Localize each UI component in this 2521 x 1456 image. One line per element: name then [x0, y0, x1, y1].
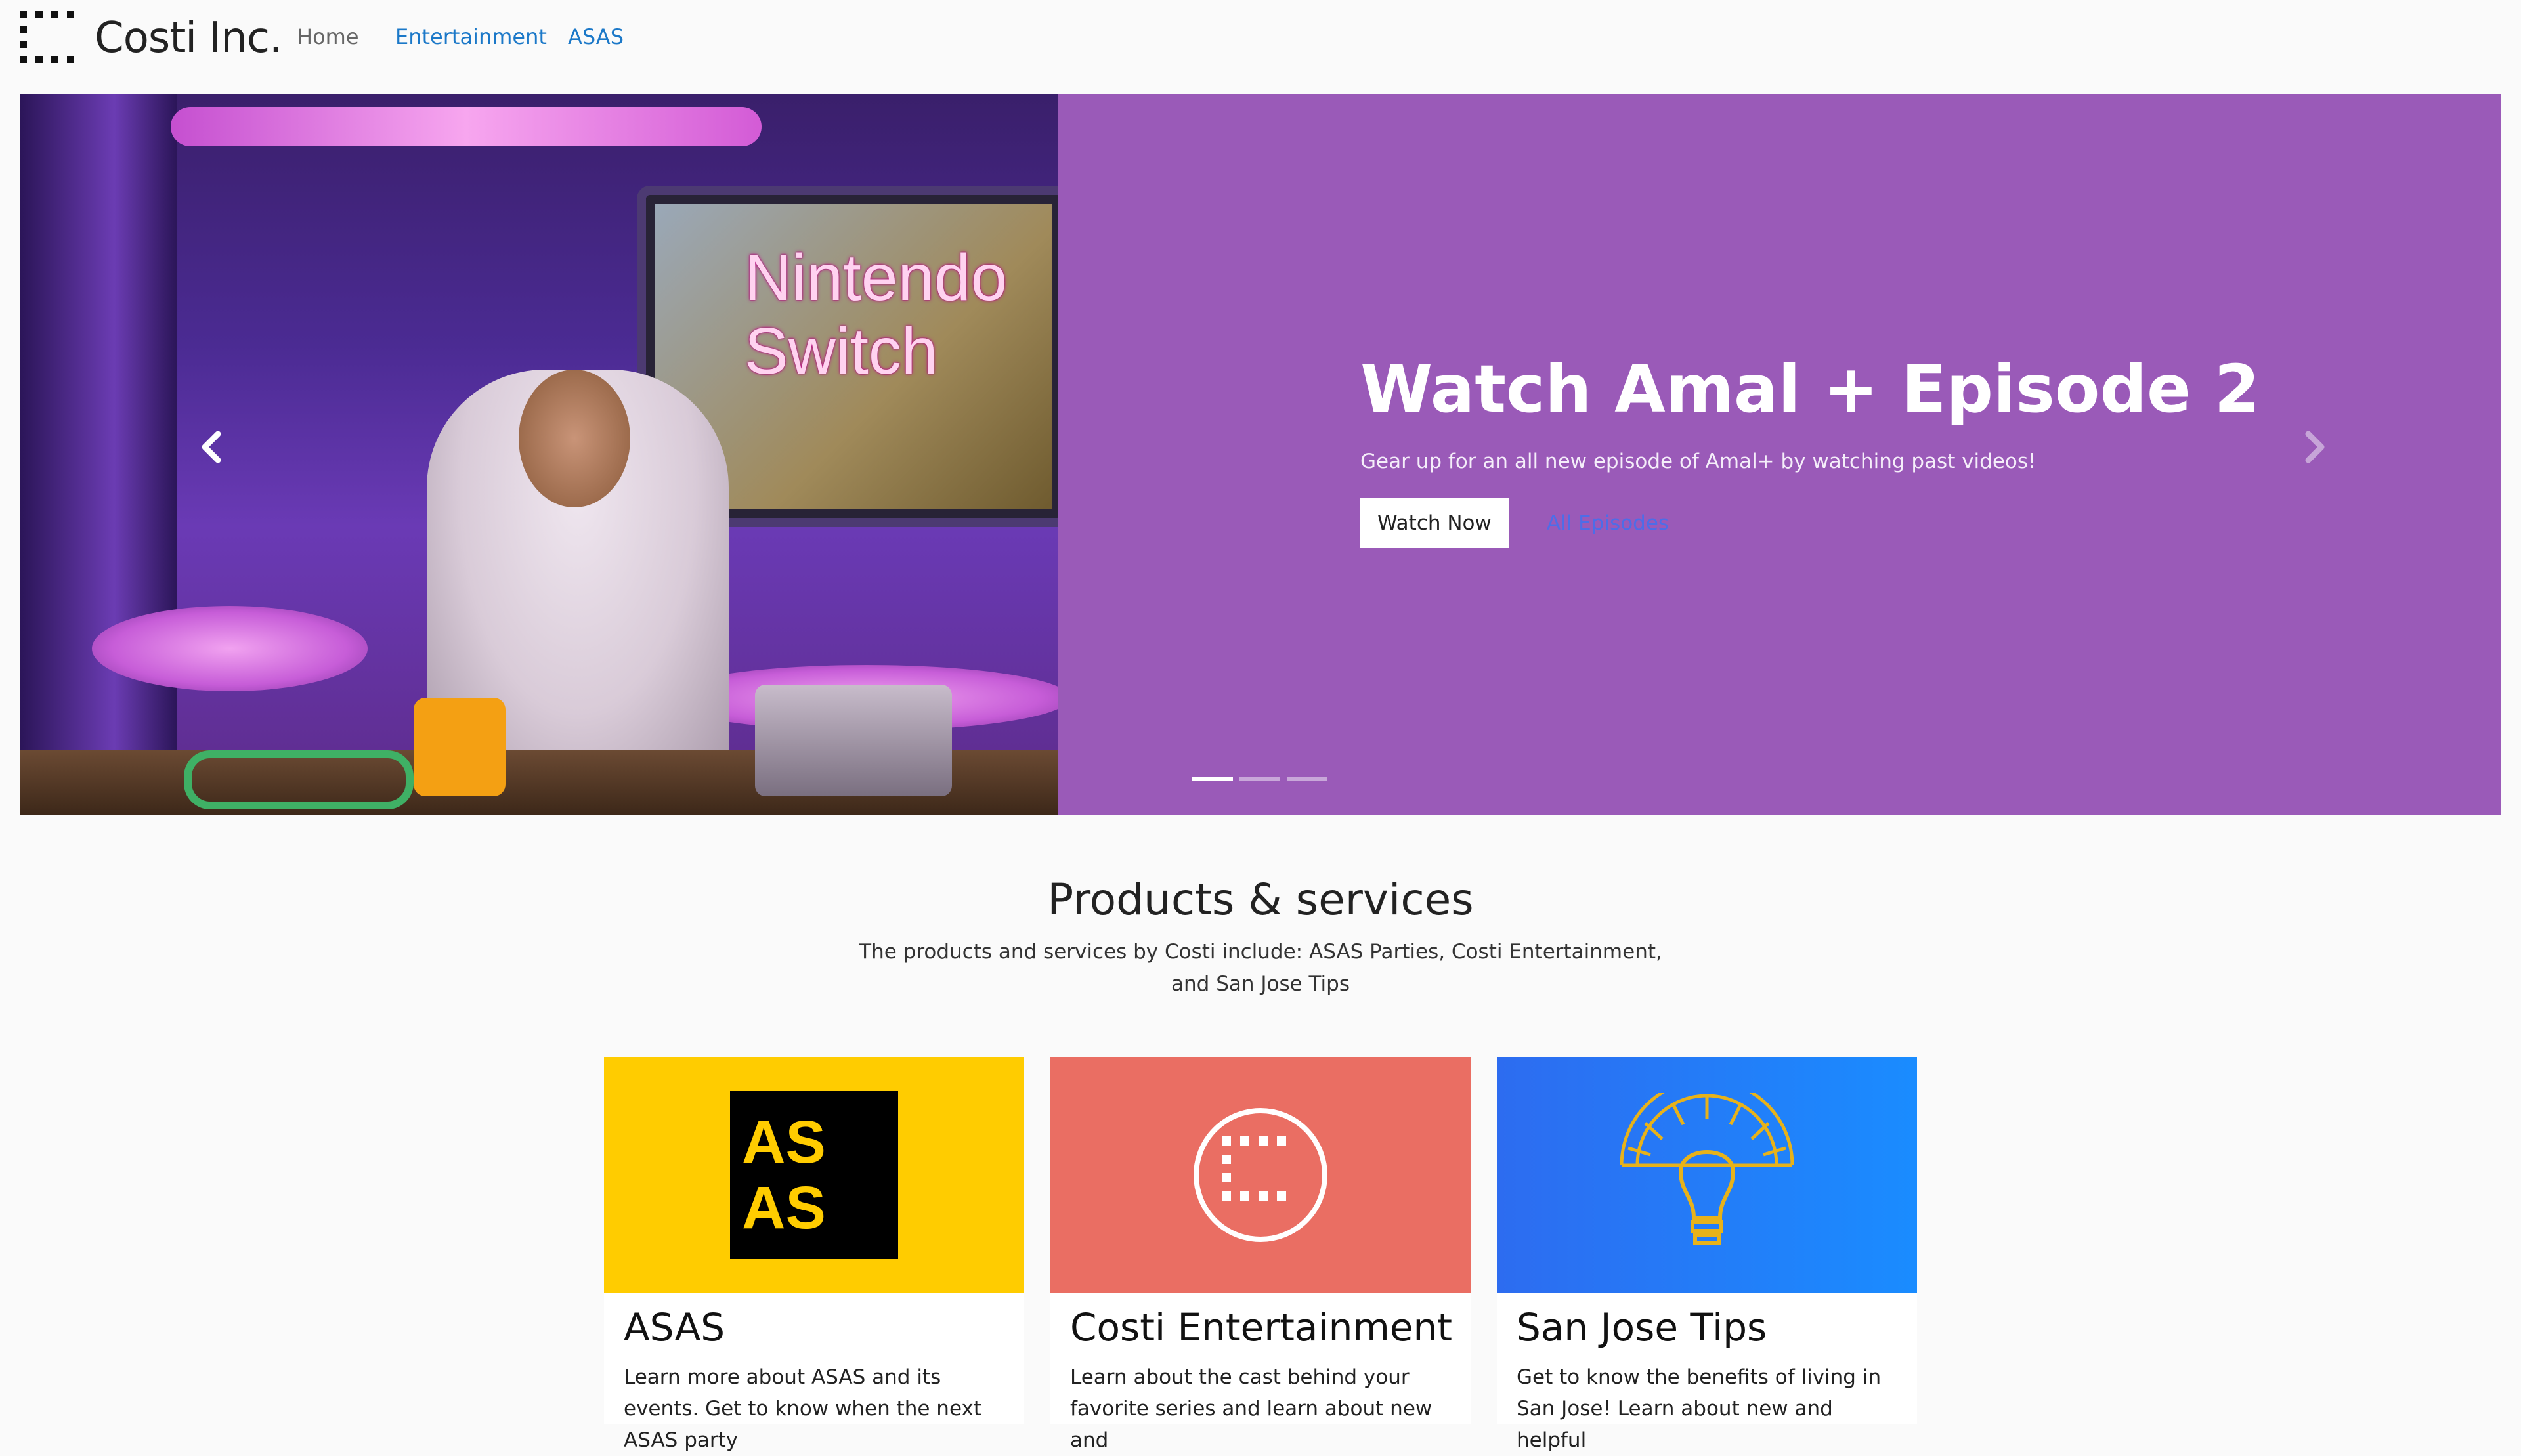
carousel-indicators [1192, 777, 1327, 781]
carousel-next-button[interactable] [2295, 427, 2335, 482]
nav-link-entertainment[interactable]: Entertainment [395, 22, 547, 51]
watch-now-button[interactable]: Watch Now [1360, 498, 1509, 548]
card-costi-entertainment-text: Learn about the cast behind your favorit… [1070, 1365, 1433, 1452]
products-description: The products and services by Costi inclu… [859, 940, 1662, 996]
hero-content: Watch Amal + Episode 2 Gear up for an al… [1360, 350, 2279, 548]
card-costi-entertainment-image [1050, 1057, 1471, 1293]
carousel-indicator-2[interactable] [1239, 777, 1280, 781]
carousel-indicator-3[interactable] [1287, 777, 1327, 781]
card-costi-entertainment-title: Costi Entertainment [1070, 1305, 1453, 1350]
carousel-indicator-1[interactable] [1192, 777, 1233, 781]
card-asas-text: Learn more about ASAS and its events. Ge… [624, 1365, 981, 1452]
chevron-left-icon [202, 431, 221, 463]
top-navigation: Costi Inc. Home Entertainment ASAS [0, 0, 2521, 94]
carousel-prev-button[interactable] [192, 427, 231, 482]
card-san-jose-tips-title: San Jose Tips [1517, 1305, 1767, 1350]
lightbulb-sun-icon [1620, 1093, 1794, 1245]
brand-name[interactable]: Costi Inc. [95, 12, 282, 64]
hero-carousel: Nintendo Switch Watch Amal + Episode 2 G… [20, 94, 2501, 815]
nav-link-home[interactable]: Home [297, 22, 359, 51]
card-asas-image: AS AS [604, 1057, 1024, 1293]
all-episodes-link[interactable]: All Episodes [1547, 511, 1669, 535]
chevron-right-icon [2305, 431, 2325, 463]
hero-title: Watch Amal + Episode 2 [1360, 351, 2260, 427]
card-asas[interactable]: AS AS ASAS Learn more about ASAS and its… [604, 1057, 1024, 1452]
hero-image: Nintendo Switch [20, 94, 1058, 815]
card-san-jose-tips-image [1497, 1057, 1917, 1293]
asas-logo: AS AS [730, 1091, 898, 1259]
card-costi-entertainment[interactable]: Costi Entertainment Learn about the cast… [1050, 1057, 1471, 1452]
card-san-jose-tips[interactable]: San Jose Tips Get to know the benefits o… [1497, 1057, 1917, 1452]
film-frame-icon [1194, 1108, 1327, 1242]
card-asas-title: ASAS [624, 1305, 725, 1350]
logo-icon[interactable] [20, 11, 75, 63]
tv-screen-text: Nintendo Switch [744, 241, 1008, 388]
hero-subtitle: Gear up for an all new episode of Amal+ … [1360, 450, 2036, 473]
nav-link-asas[interactable]: ASAS [568, 22, 624, 51]
card-san-jose-tips-text: Get to know the benefits of living in Sa… [1517, 1365, 1882, 1452]
products-title: Products & services [1047, 874, 1474, 925]
